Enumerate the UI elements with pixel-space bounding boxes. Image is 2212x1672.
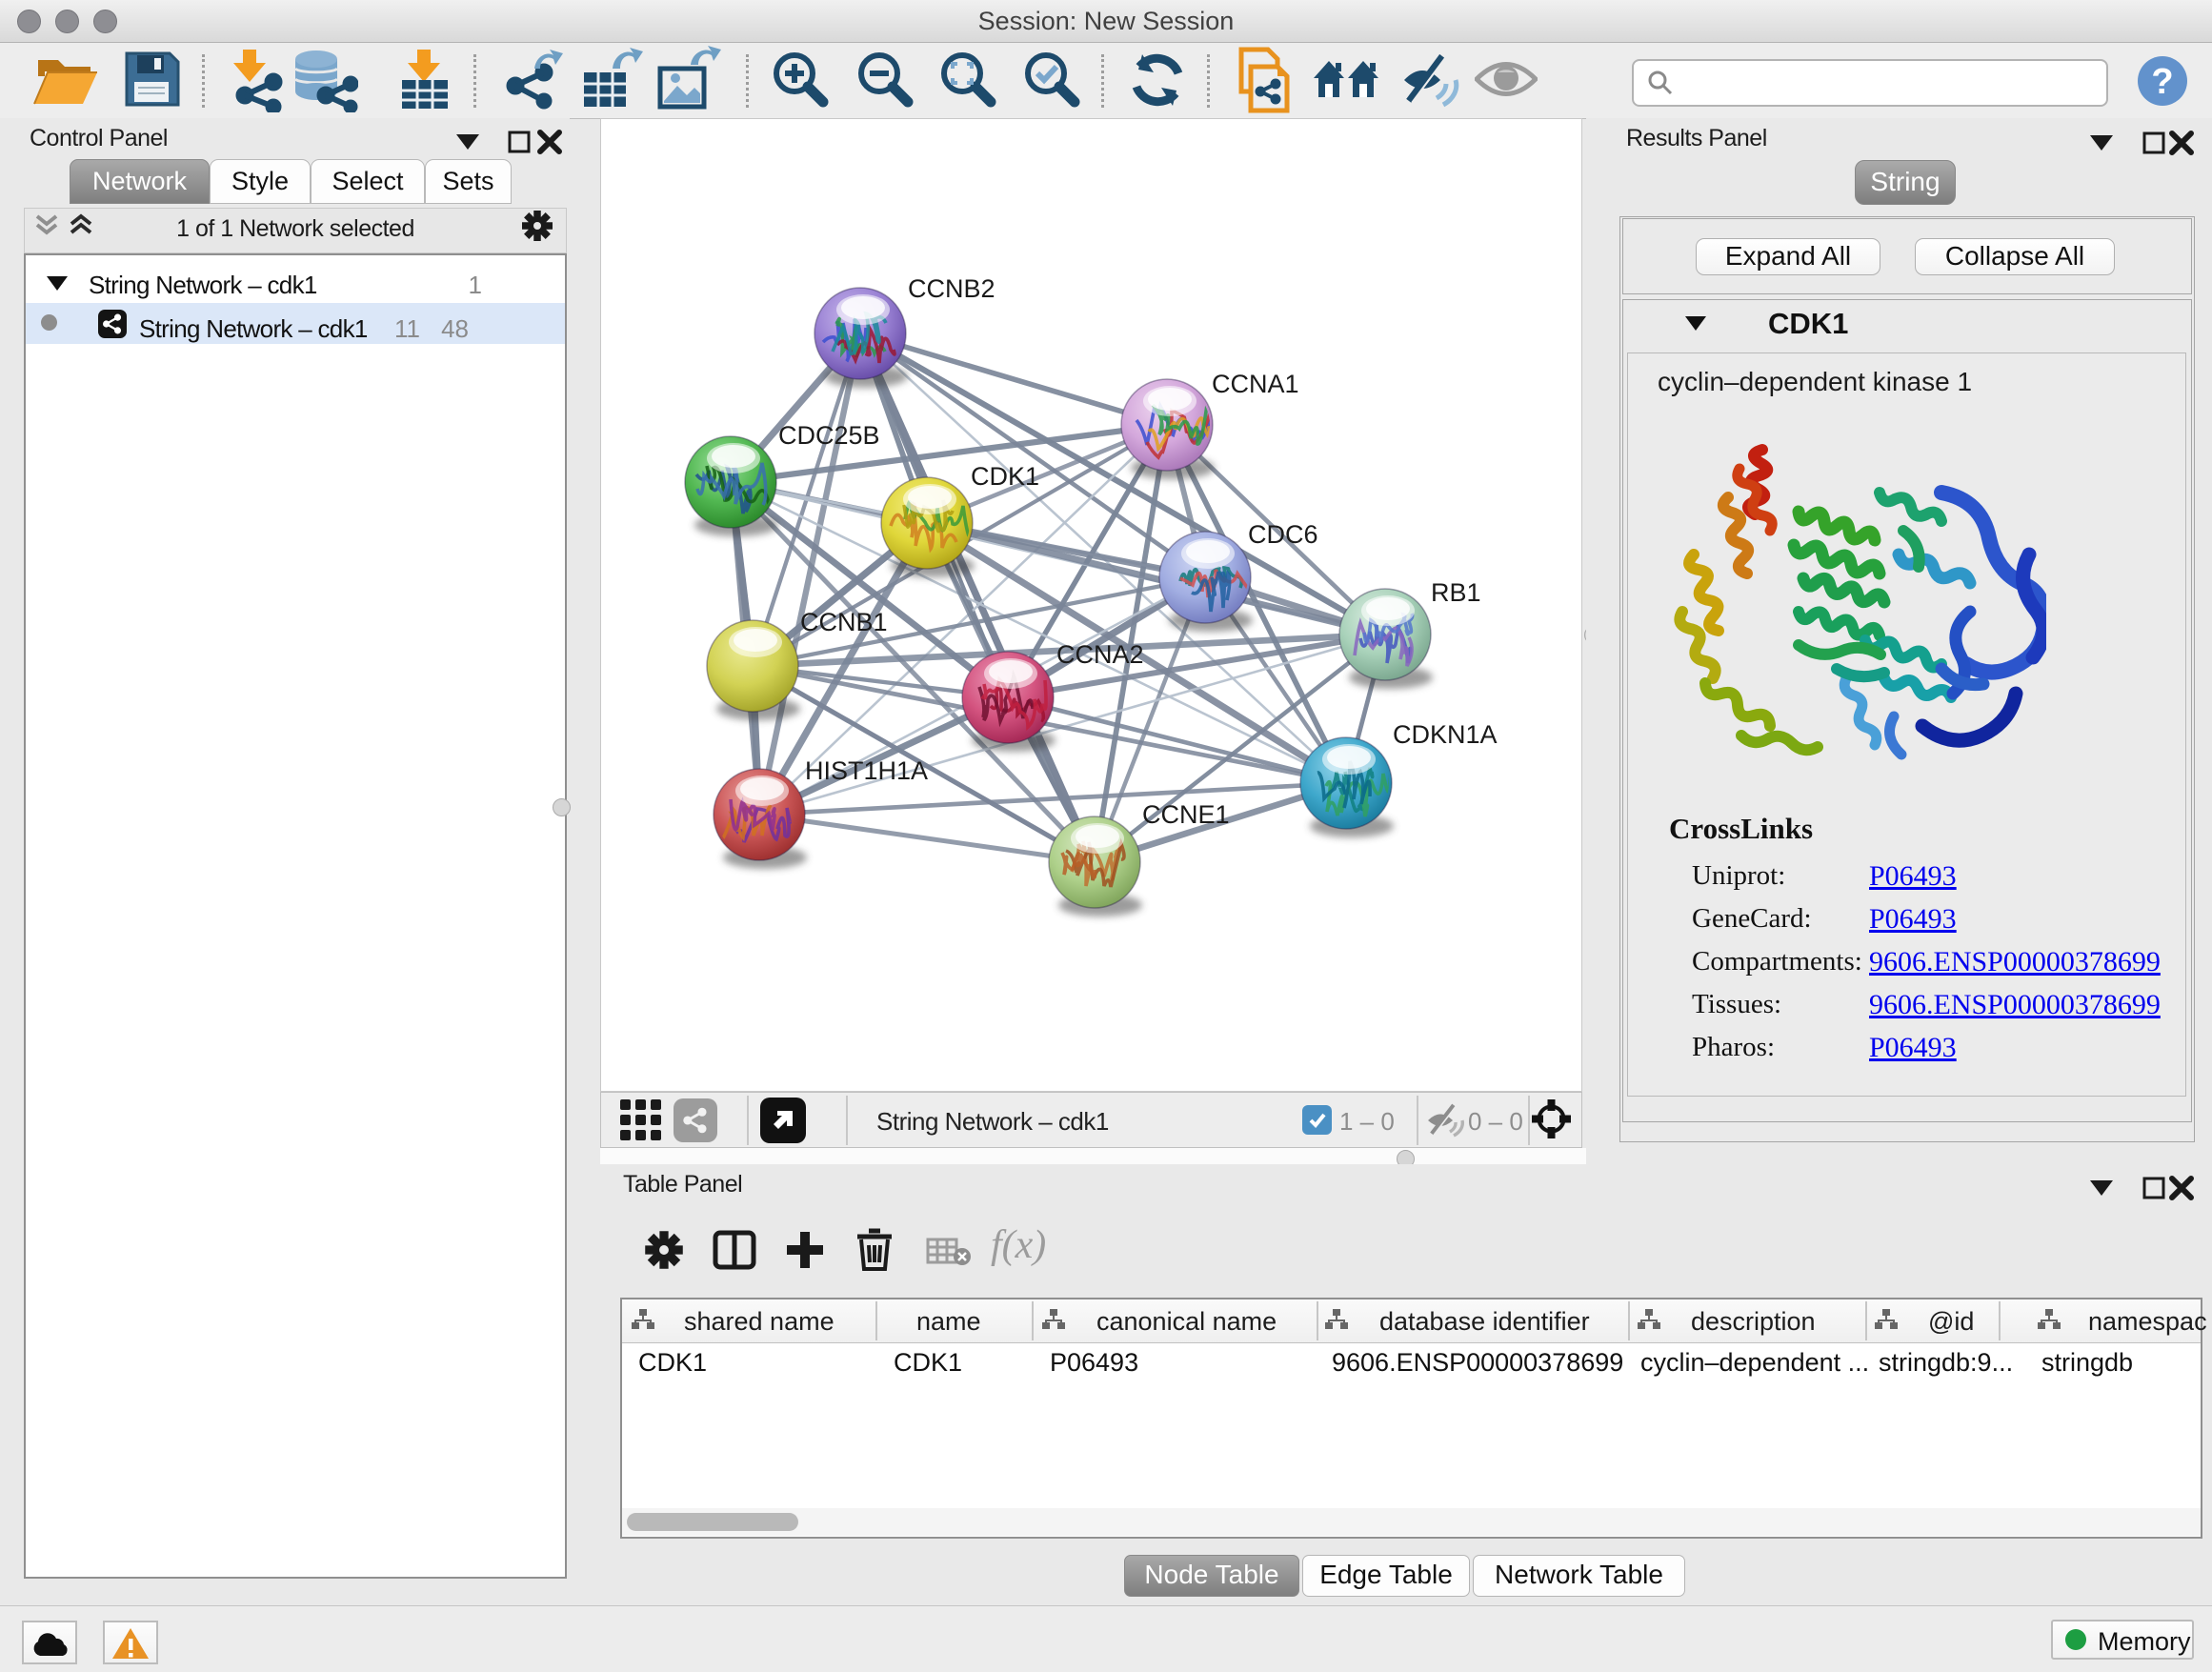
svg-text:CCNB1: CCNB1	[800, 608, 888, 636]
svg-text:CCNA2: CCNA2	[1056, 640, 1144, 669]
svg-text:HIST1H1A: HIST1H1A	[805, 756, 928, 785]
svg-text:CCNE1: CCNE1	[1142, 800, 1230, 829]
svg-text:?: ?	[2151, 62, 2173, 102]
svg-text:RB1: RB1	[1431, 578, 1481, 607]
svg-text:CDK1: CDK1	[971, 462, 1039, 491]
svg-text:CDC6: CDC6	[1248, 520, 1318, 549]
svg-text:CCNB2: CCNB2	[908, 274, 995, 303]
svg-text:CCNA1: CCNA1	[1212, 370, 1299, 398]
svg-text:CDKN1A: CDKN1A	[1393, 720, 1498, 749]
svg-text:CDC25B: CDC25B	[778, 421, 880, 450]
